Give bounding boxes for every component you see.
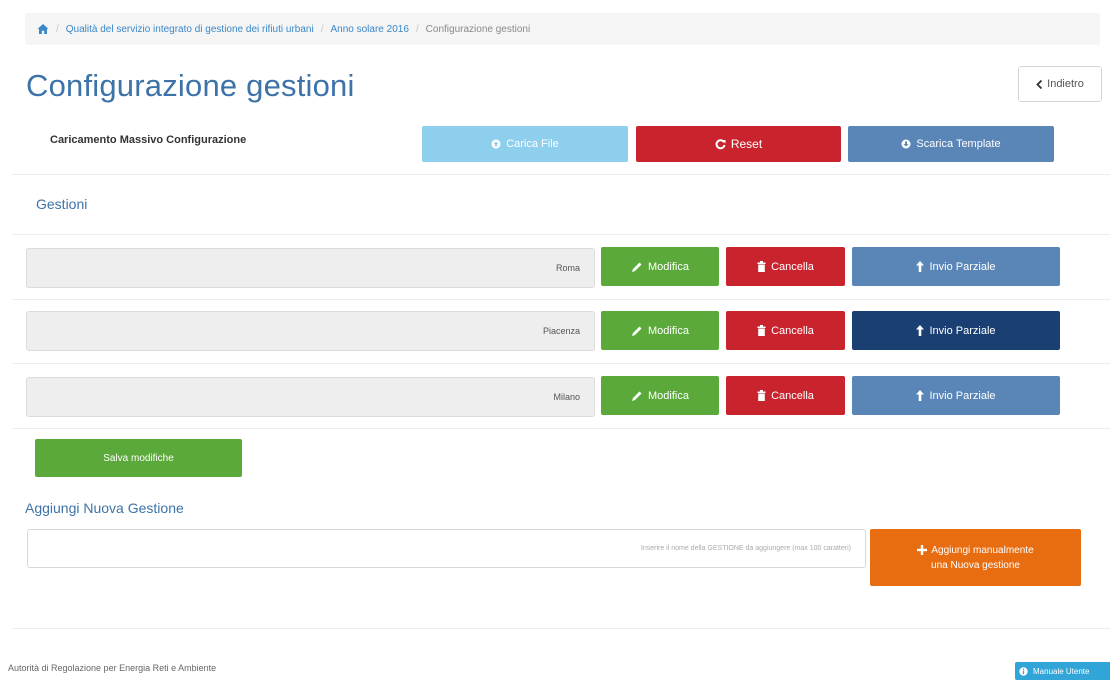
arrow-up-icon (916, 325, 925, 336)
chevron-left-icon (1036, 79, 1043, 89)
partial-send-label: Invio Parziale (929, 260, 996, 273)
edit-label: Modifica (648, 260, 689, 273)
bulk-upload-label: Caricamento Massivo Configurazione (50, 134, 247, 146)
info-icon (1019, 666, 1028, 676)
divider (12, 299, 1110, 300)
arrow-up-icon (916, 390, 925, 401)
upload-icon (491, 139, 501, 149)
page-title: Configurazione gestioni (26, 68, 355, 103)
breadcrumb-link-service[interactable]: Qualità del servizio integrato di gestio… (66, 24, 314, 35)
reset-button[interactable]: Reset (636, 126, 841, 162)
partial-send-button[interactable]: Invio Parziale (852, 376, 1060, 415)
breadcrumb-separator: / (320, 23, 324, 35)
reset-label: Reset (730, 137, 763, 151)
refresh-icon (715, 138, 726, 150)
user-manual-button[interactable]: Manuale Utente (1015, 662, 1110, 680)
add-gestione-title: Aggiungi Nuova Gestione (25, 500, 184, 516)
breadcrumb-separator: / (56, 23, 59, 35)
add-gestione-line1: Aggiungi manualmente (917, 544, 1034, 557)
divider (12, 234, 1110, 235)
breadcrumb-separator: / (415, 23, 419, 35)
partial-send-button[interactable]: Invio Parziale (852, 247, 1060, 286)
add-gestione-label-1: Aggiungi manualmente (931, 544, 1034, 556)
gestione-name-field[interactable]: Roma (26, 248, 595, 288)
arrow-up-icon (916, 261, 925, 272)
new-gestione-input[interactable]: Inserire il nome della GESTIONE da aggiu… (27, 529, 866, 568)
gestione-name-field[interactable]: Milano (26, 377, 595, 417)
divider (12, 363, 1110, 364)
delete-button[interactable]: Cancella (726, 247, 845, 286)
delete-button[interactable]: Cancella (726, 311, 845, 350)
edit-button[interactable]: Modifica (601, 376, 719, 415)
upload-file-button[interactable]: Carica File (422, 126, 628, 162)
delete-label: Cancella (771, 389, 814, 402)
delete-label: Cancella (771, 324, 814, 337)
add-gestione-button[interactable]: Aggiungi manualmente una Nuova gestione (870, 529, 1081, 586)
trash-icon (757, 390, 766, 401)
back-button[interactable]: Indietro (1018, 66, 1102, 102)
gestione-name-field[interactable]: Piacenza (26, 311, 595, 351)
partial-send-label: Invio Parziale (929, 324, 996, 337)
edit-label: Modifica (648, 389, 689, 402)
gestioni-section-title: Gestioni (36, 196, 88, 212)
edit-label: Modifica (648, 324, 689, 337)
pencil-icon (631, 261, 643, 273)
edit-button[interactable]: Modifica (601, 311, 719, 350)
footer-text: Autorità di Regolazione per Energia Reti… (8, 663, 217, 673)
partial-send-label: Invio Parziale (929, 389, 996, 402)
plus-icon (917, 545, 928, 555)
trash-icon (757, 261, 766, 272)
trash-icon (757, 325, 766, 336)
breadcrumb-link-year[interactable]: Anno solare 2016 (330, 24, 408, 35)
pencil-icon (631, 390, 643, 402)
breadcrumb: / Qualità del servizio integrato di gest… (25, 13, 1100, 45)
home-icon[interactable] (37, 23, 49, 35)
divider (12, 428, 1110, 429)
upload-file-label: Carica File (506, 138, 559, 150)
save-changes-button[interactable]: Salva modifiche (35, 439, 242, 477)
delete-button[interactable]: Cancella (726, 376, 845, 415)
delete-label: Cancella (771, 260, 814, 273)
back-button-label: Indietro (1047, 78, 1084, 90)
add-gestione-label-2: una Nuova gestione (931, 559, 1020, 571)
pencil-icon (631, 325, 643, 337)
partial-send-button[interactable]: Invio Parziale (852, 311, 1060, 350)
breadcrumb-current: Configurazione gestioni (425, 23, 531, 35)
download-template-button[interactable]: Scarica Template (848, 126, 1054, 162)
divider (12, 628, 1110, 629)
edit-button[interactable]: Modifica (601, 247, 719, 286)
download-template-label: Scarica Template (916, 138, 1001, 150)
divider (12, 174, 1110, 175)
download-icon (901, 139, 911, 149)
user-manual-label: Manuale Utente (1033, 666, 1090, 676)
